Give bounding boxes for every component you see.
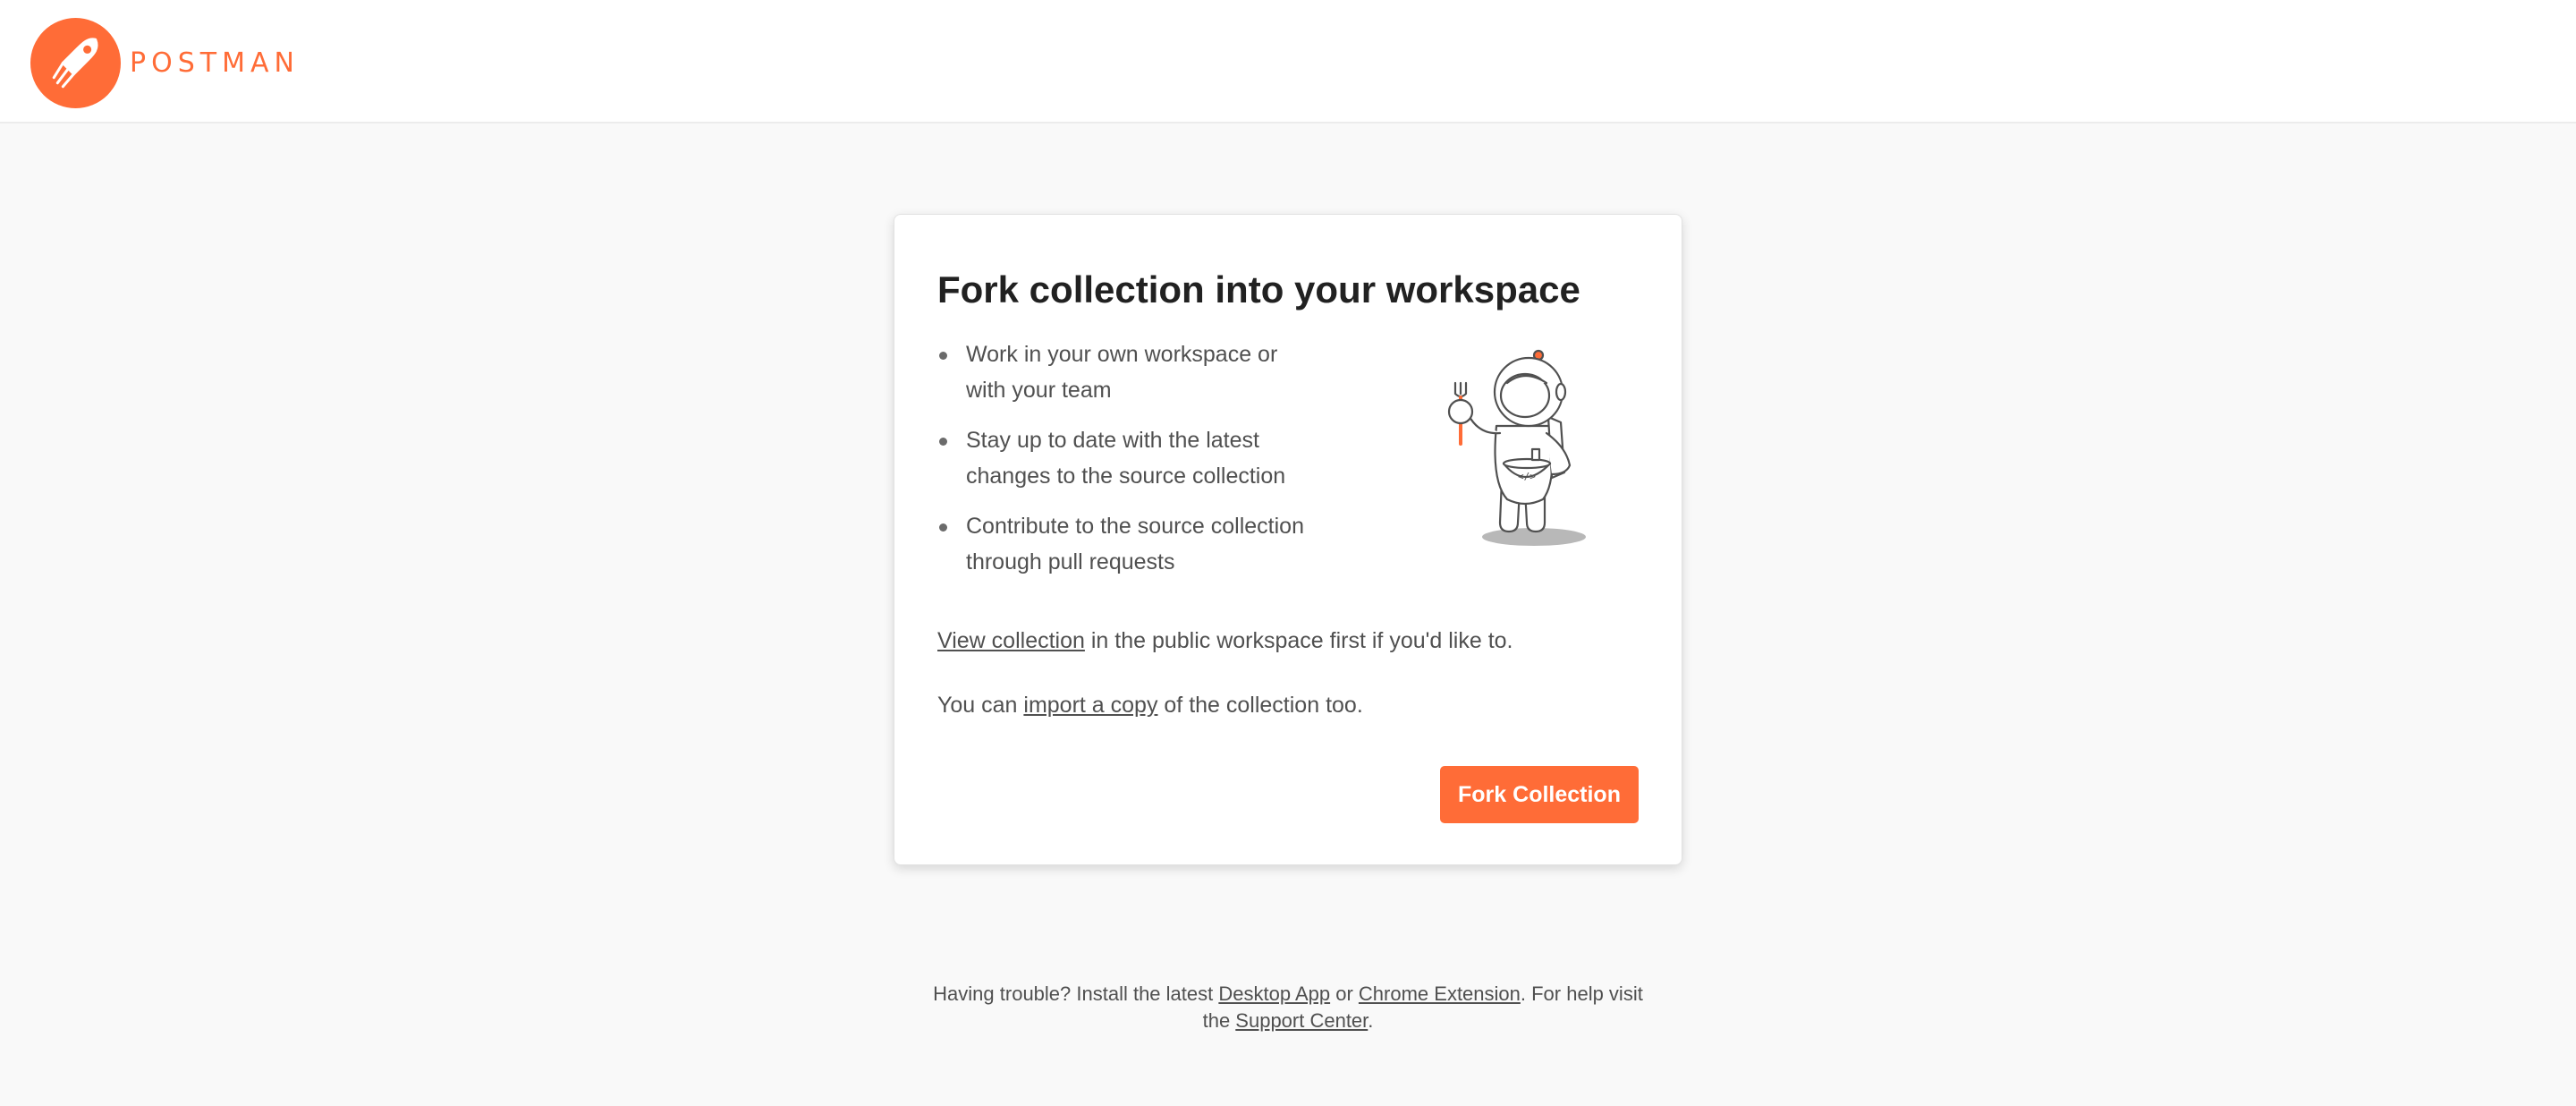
import-copy-link[interactable]: import a copy — [1023, 693, 1157, 718]
import-copy-line: You can import a copy of the collection … — [937, 689, 1363, 721]
fork-collection-card: Fork collection into your workspace Work… — [894, 214, 1682, 865]
bullet-line: Work in your own workspace or — [966, 342, 1278, 367]
bullet-line: changes to the source collection — [966, 464, 1286, 489]
support-center-link[interactable]: Support Center — [1235, 1009, 1368, 1032]
postman-logo[interactable]: POSTMAN — [30, 18, 300, 108]
import-prefix: You can — [937, 693, 1024, 718]
bullet-line: through pull requests — [966, 549, 1175, 574]
chrome-extension-link[interactable]: Chrome Extension — [1359, 983, 1521, 1005]
view-collection-link[interactable]: View collection — [937, 628, 1085, 653]
postman-rocket-icon — [30, 18, 121, 108]
import-suffix: of the collection too. — [1157, 693, 1363, 718]
footer-text: Having trouble? Install the latest — [933, 983, 1219, 1005]
bullet-line: Stay up to date with the latest — [966, 428, 1259, 453]
list-item: Stay up to date with the latest changes … — [937, 422, 1358, 494]
desktop-app-link[interactable]: Desktop App — [1218, 983, 1330, 1005]
view-collection-text: in the public workspace first if you'd l… — [1084, 628, 1513, 653]
svg-text:</>: </> — [1518, 471, 1536, 482]
astronaut-illustration: </> — [1447, 349, 1586, 546]
bullet-line: with your team — [966, 378, 1112, 403]
logo-wordmark: POSTMAN — [130, 47, 300, 79]
help-footer: Having trouble? Install the latest Deskt… — [930, 981, 1646, 1034]
list-item: Contribute to the source collection thro… — [937, 508, 1358, 580]
benefits-list: Work in your own workspace or with your … — [937, 336, 1358, 594]
card-title: Fork collection into your workspace — [937, 268, 1580, 311]
list-item: Work in your own workspace or with your … — [937, 336, 1358, 408]
footer-text: or — [1330, 983, 1359, 1005]
footer-text: . — [1368, 1009, 1374, 1032]
fork-collection-button[interactable]: Fork Collection — [1440, 766, 1639, 823]
bullet-line: Contribute to the source collection — [966, 514, 1304, 539]
top-bar: POSTMAN — [0, 0, 2576, 123]
view-collection-line: View collection in the public workspace … — [937, 625, 1513, 657]
